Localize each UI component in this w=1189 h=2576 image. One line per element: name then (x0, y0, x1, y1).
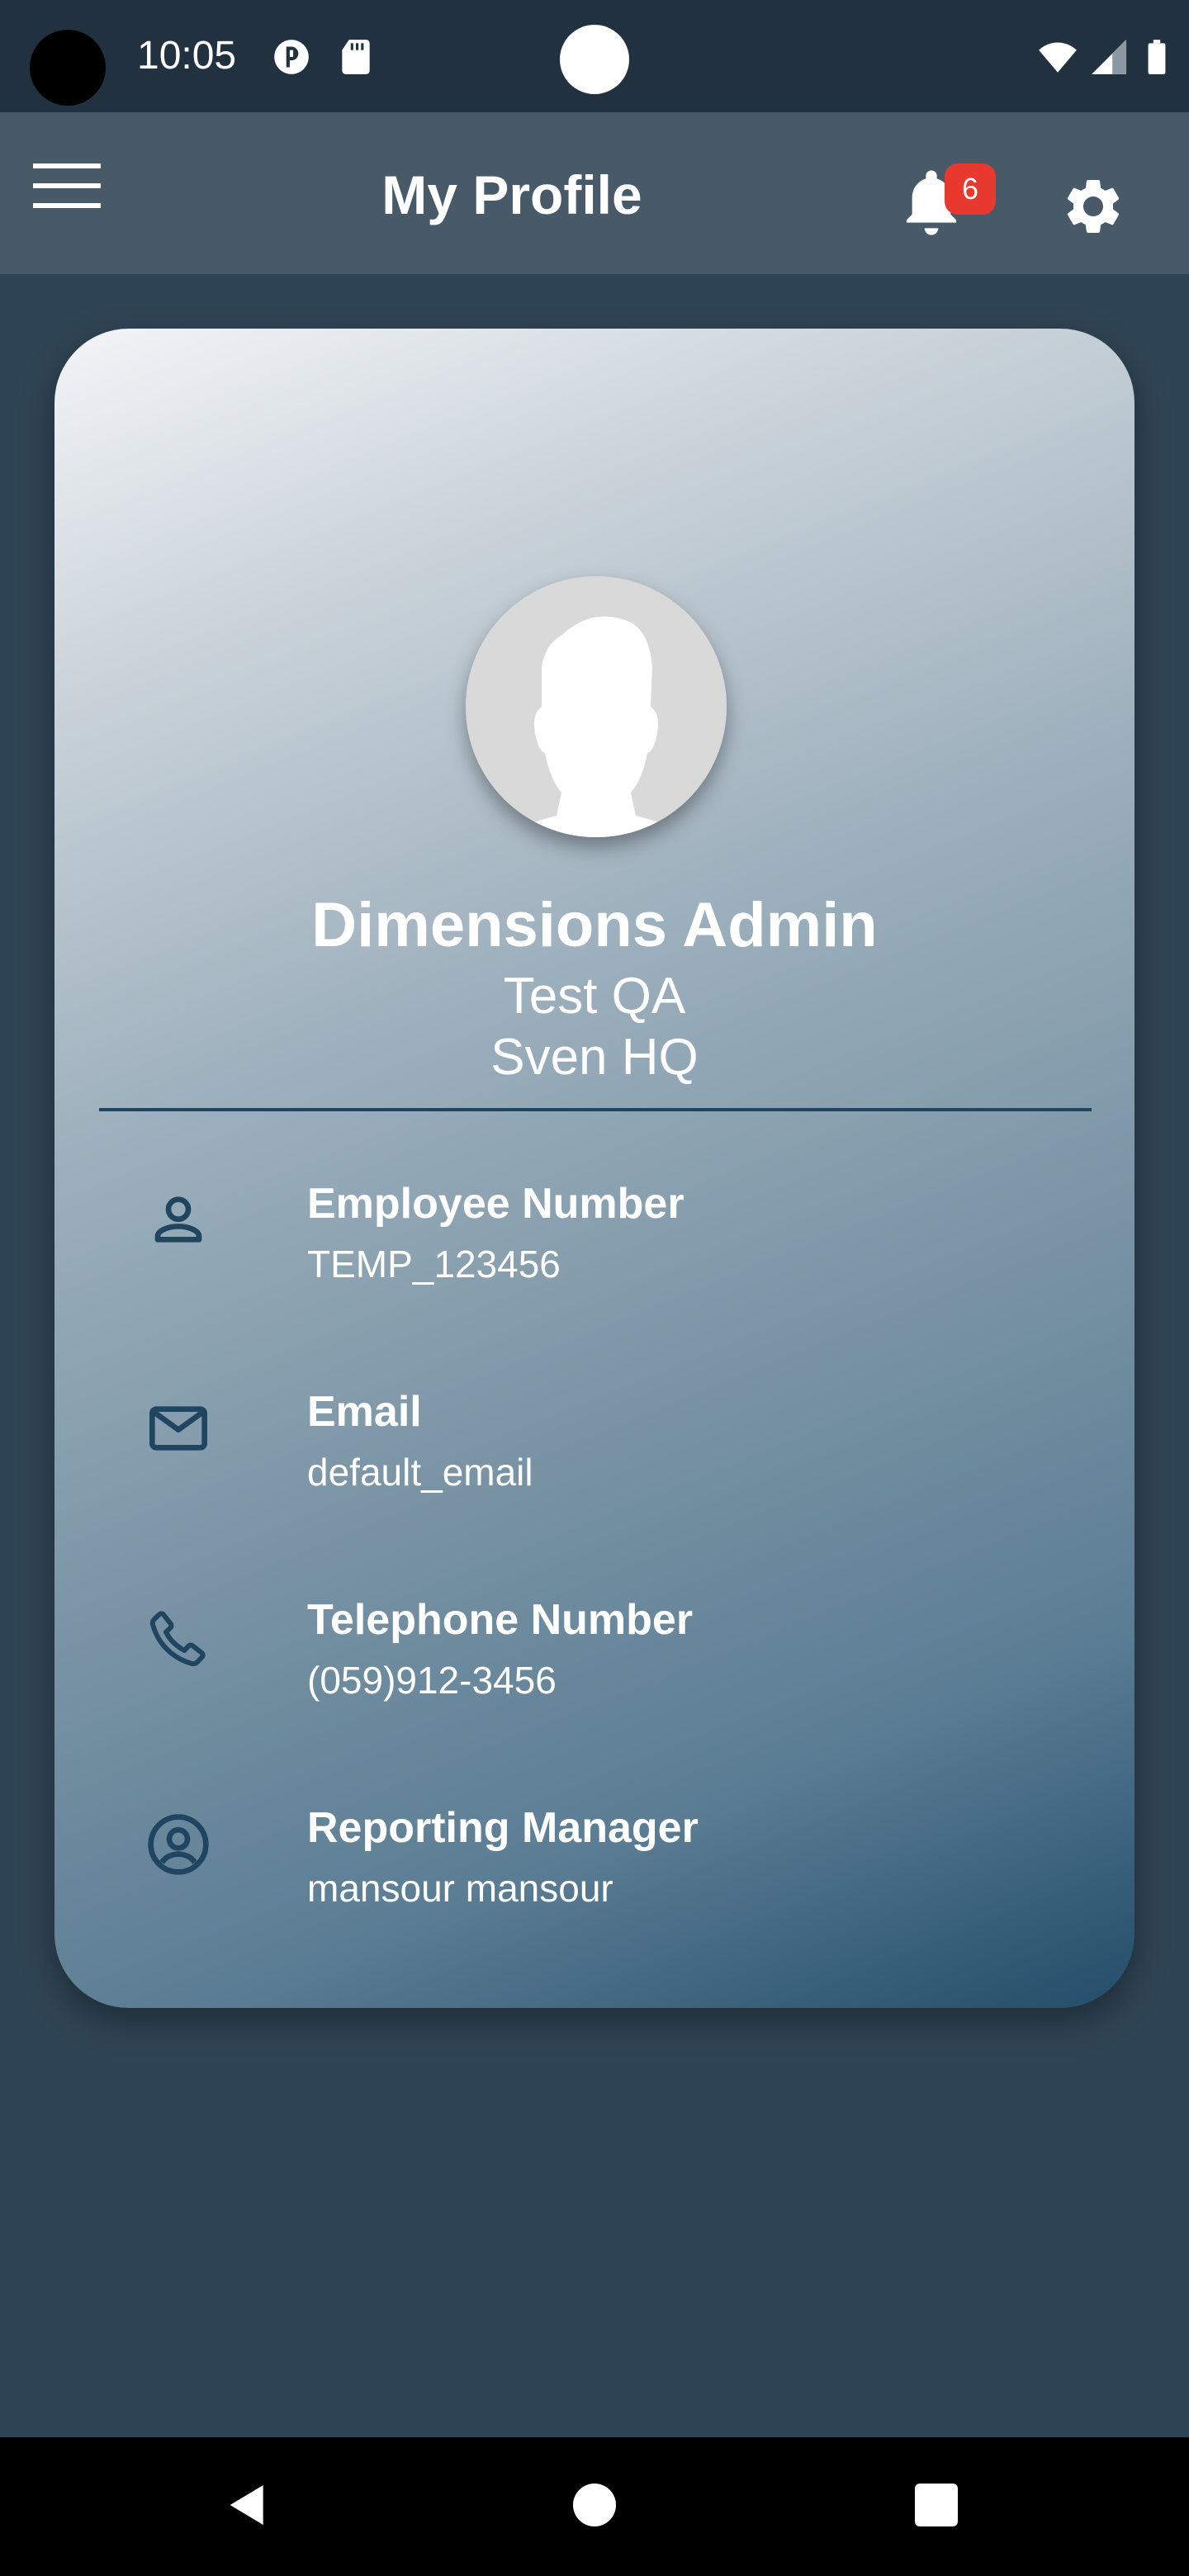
front-camera (560, 25, 629, 94)
mail-icon (149, 1406, 207, 1451)
sd-card-icon (342, 40, 370, 74)
info-label: Telephone Number (307, 1596, 694, 1644)
menu-icon[interactable] (33, 159, 101, 216)
page-title: My Profile (381, 164, 642, 225)
wifi-icon (1039, 42, 1077, 73)
profile-position: Test QA (503, 968, 686, 1025)
recents-button[interactable] (915, 2484, 958, 2526)
info-value: mansour mansour (307, 1867, 613, 1910)
home-button[interactable] (573, 2484, 616, 2526)
info-value: TEMP_123456 (307, 1243, 561, 1286)
system-nav-bar (0, 2437, 1189, 2576)
battery-icon (1148, 40, 1166, 74)
avatar-silhouette-icon (466, 576, 727, 837)
profile-name: Dimensions Admin (311, 890, 878, 960)
profile-location: Sven HQ (490, 1029, 699, 1086)
camera-cutout (30, 30, 106, 106)
profile-screen: 10:05 My Profile 6 Dimensions Admin Test… (0, 0, 1189, 2576)
info-label: Reporting Manager (307, 1804, 699, 1852)
info-row-email: Email default_email (54, 1380, 1135, 1546)
info-row-employee-number: Employee Number TEMP_123456 (54, 1172, 1135, 1338)
info-row-reporting-manager: Reporting Manager mansour mansour (54, 1797, 1135, 1962)
info-label: Employee Number (307, 1180, 685, 1228)
app-bar: My Profile 6 (0, 112, 1189, 274)
back-icon[interactable] (221, 2479, 274, 2531)
info-label: Email (307, 1388, 422, 1436)
notification-app-icon (274, 40, 309, 74)
status-time: 10:05 (137, 34, 237, 78)
status-bar: 10:05 (0, 0, 1189, 112)
signal-icon (1092, 40, 1126, 74)
info-value: (059)912-3456 (307, 1659, 557, 1702)
person-icon (154, 1196, 202, 1243)
phone-icon (149, 1611, 206, 1667)
notification-count-badge: 6 (945, 163, 996, 215)
profile-card: Dimensions Admin Test QA Sven HQ Employe… (54, 329, 1135, 2008)
divider (99, 1108, 1092, 1111)
info-row-telephone: Telephone Number (059)912-3456 (54, 1589, 1135, 1754)
gear-icon[interactable] (1060, 173, 1126, 239)
account-circle-icon (148, 1814, 209, 1875)
avatar (466, 576, 727, 837)
info-value: default_email (307, 1451, 533, 1494)
